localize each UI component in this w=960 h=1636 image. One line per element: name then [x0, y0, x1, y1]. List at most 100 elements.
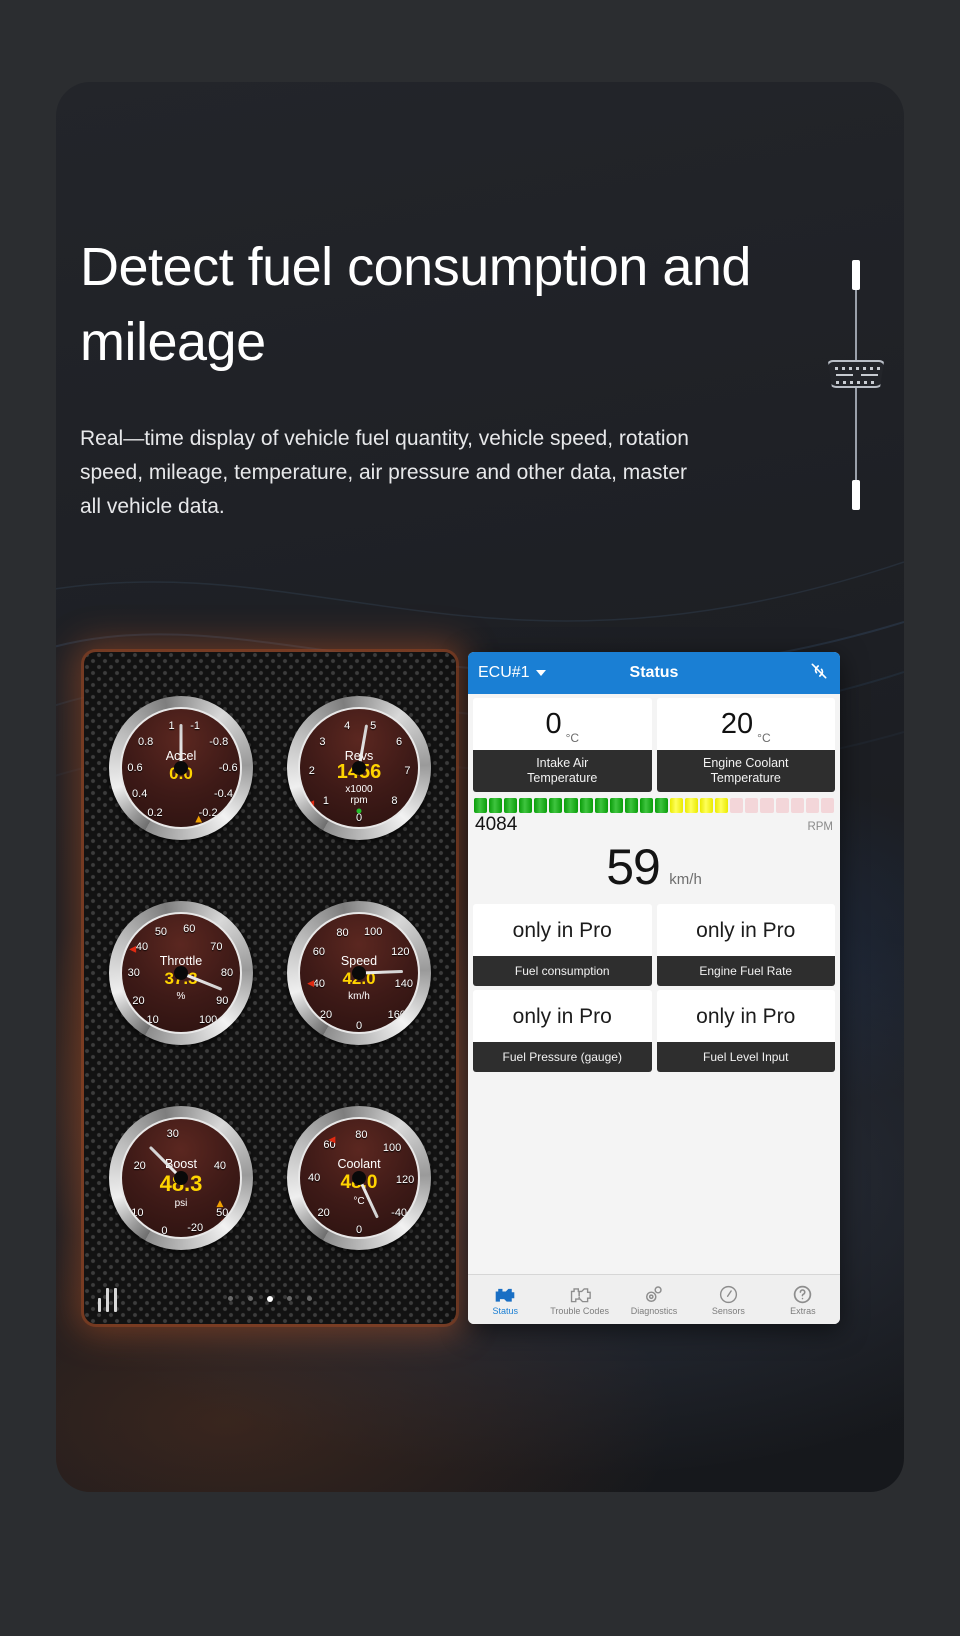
ecu-selector[interactable]: ECU#1	[478, 664, 546, 682]
cell-intake-air-temperature[interactable]: 0 °C Intake Air Temperature	[473, 698, 652, 792]
pro-row-2: only in Pro Fuel Pressure (gauge) only i…	[468, 986, 840, 1072]
pro-row-1: only in Pro Fuel consumption only in Pro…	[468, 900, 840, 986]
cell-value-area: only in Pro	[656, 904, 835, 956]
tick: 0	[355, 811, 363, 824]
tab-label: Sensors	[711, 1306, 745, 1316]
cell-label: Intake Air Temperature	[473, 750, 652, 792]
cell-label: Engine Fuel Rate	[656, 956, 835, 986]
page-subcopy: Real—time display of vehicle fuel quanti…	[80, 427, 689, 519]
gears-icon	[643, 1283, 665, 1305]
pager-dot[interactable]	[287, 1296, 293, 1302]
cell-value-area: 20 °C	[656, 698, 835, 750]
rpm-segment	[820, 798, 834, 813]
tick: 40	[135, 941, 149, 954]
pager-dot[interactable]	[306, 1296, 312, 1302]
tab-label: Diagnostics	[630, 1306, 678, 1316]
rpm-segment	[730, 798, 744, 813]
cell-engine-coolant-temperature[interactable]: 20 °C Engine Coolant Temperature	[656, 698, 835, 792]
rpm-segment	[790, 798, 804, 813]
tab-sensors[interactable]: Sensors	[691, 1275, 765, 1324]
cell-fuel-level-input[interactable]: only in Pro Fuel Level Input	[656, 990, 835, 1072]
cell-engine-fuel-rate[interactable]: only in Pro Engine Fuel Rate	[656, 904, 835, 986]
gauge-accel[interactable]: 1 -1 0.8 -0.8 0.6 -0.6 0.4 -0.4 0.2 -0.2…	[109, 696, 253, 841]
tick: 0	[355, 1223, 363, 1236]
speed-readout: 59 km/h	[468, 836, 840, 900]
cell-unit: °C	[757, 731, 771, 745]
pager-dot[interactable]	[228, 1296, 234, 1302]
gauge-face: 1 -1 0.8 -0.8 0.6 -0.6 0.4 -0.4 0.2 -0.2…	[120, 707, 242, 830]
tab-extras[interactable]: Extras	[766, 1275, 840, 1324]
gauge-marker	[129, 945, 137, 953]
check-engine-icon	[494, 1283, 516, 1305]
cell-value-area: only in Pro	[473, 990, 652, 1042]
rpm-segment	[760, 798, 774, 813]
gauge-unit: psi	[174, 1197, 188, 1209]
rpm-segment	[715, 798, 729, 813]
rpm-segment	[775, 798, 789, 813]
gauge-face: 50 60 40 70 30 80 20 90 10 100 Throttle …	[120, 911, 242, 1034]
tick: 50	[154, 925, 168, 938]
bottom-tab-bar: Status Trouble Codes Diagnostics Sensors…	[468, 1274, 840, 1324]
gauge-coolant[interactable]: 80 60 100 40 120 20 -40 0 Coolant 48.0 °…	[287, 1105, 431, 1250]
gauge-hub	[352, 965, 366, 980]
gauge-face: 80 60 100 40 120 20 -40 0 Coolant 48.0 °…	[298, 1116, 420, 1239]
gauge-unit: °C	[353, 1195, 365, 1207]
tick: 20	[319, 1009, 333, 1022]
cell-number: only in Pro	[512, 1004, 612, 1028]
tab-status[interactable]: Status	[468, 1275, 542, 1324]
gauge-grid: 1 -1 0.8 -0.8 0.6 -0.6 0.4 -0.4 0.2 -0.2…	[84, 652, 456, 1324]
cell-label: Fuel Level Input	[656, 1042, 835, 1072]
engine-alert-icon	[569, 1283, 591, 1305]
rpm-segment	[474, 798, 488, 813]
tab-label: Trouble Codes	[550, 1306, 609, 1316]
gauge-boost[interactable]: 30 20 40 10 50 0 -20 Boost 48.3 psi	[109, 1105, 253, 1250]
tick: 160	[387, 1009, 406, 1022]
tab-trouble-codes[interactable]: Trouble Codes	[542, 1275, 616, 1324]
gauge-face: 30 20 40 10 50 0 -20 Boost 48.3 psi	[120, 1116, 242, 1239]
gauge-title: Boost	[165, 1156, 197, 1171]
tick: 100	[382, 1142, 402, 1155]
gauge-hub	[174, 1170, 188, 1185]
gauge-hub	[352, 1170, 366, 1185]
rpm-segment	[639, 798, 653, 813]
cell-value-area: only in Pro	[473, 904, 652, 956]
cell-label: Fuel Pressure (gauge)	[473, 1042, 652, 1072]
cell-label: Fuel consumption	[473, 956, 652, 986]
tick: 30	[166, 1127, 179, 1140]
tick: 70	[210, 941, 223, 954]
rpm-segment	[700, 798, 714, 813]
unlink-icon[interactable]	[808, 661, 830, 686]
rpm-segments	[474, 798, 834, 813]
gauge-speed[interactable]: 80 100 60 120 40 140 20 160 0 Speed 42.0…	[287, 900, 431, 1045]
rpm-segment	[519, 798, 533, 813]
gauge-unit: %	[176, 990, 186, 1002]
cell-number: only in Pro	[696, 918, 796, 942]
carousel-pager[interactable]	[84, 1290, 456, 1308]
tick: 4	[344, 719, 351, 732]
rpm-segment	[654, 798, 669, 813]
obd-connector-rail	[826, 260, 886, 510]
promo-card: Detect fuel consumption and mileage Real…	[56, 82, 904, 1492]
speed-value: 59	[606, 839, 661, 895]
pager-dot-active[interactable]	[267, 1295, 273, 1302]
tick: 0	[355, 1020, 363, 1033]
tick: 60	[183, 923, 196, 936]
speed-unit: km/h	[669, 871, 702, 888]
cell-fuel-consumption[interactable]: only in Pro Fuel consumption	[473, 904, 652, 986]
gauges-panel[interactable]: 1 -1 0.8 -0.8 0.6 -0.6 0.4 -0.4 0.2 -0.2…	[84, 652, 456, 1324]
gauge-throttle[interactable]: 50 60 40 70 30 80 20 90 10 100 Throttle …	[109, 900, 253, 1045]
tick: 5	[370, 719, 377, 732]
cell-fuel-pressure-gauge[interactable]: only in Pro Fuel Pressure (gauge)	[473, 990, 652, 1072]
pager-dot[interactable]	[247, 1296, 253, 1302]
obd2-connector-icon	[827, 360, 885, 388]
tick: 0.2	[147, 807, 163, 820]
tab-label: Extras	[790, 1306, 816, 1316]
gauge-marker-green	[356, 808, 362, 814]
cell-number: only in Pro	[512, 918, 612, 942]
rail-cap-top	[852, 260, 860, 290]
rpm-segment	[564, 798, 578, 813]
rpm-segment	[534, 798, 548, 813]
tick: -0.4	[213, 788, 233, 801]
tab-diagnostics[interactable]: Diagnostics	[617, 1275, 691, 1324]
gauge-revs[interactable]: 4 5 3 6 2 7 1 8 0 Revs 1456 x1000 rpm	[287, 696, 431, 841]
